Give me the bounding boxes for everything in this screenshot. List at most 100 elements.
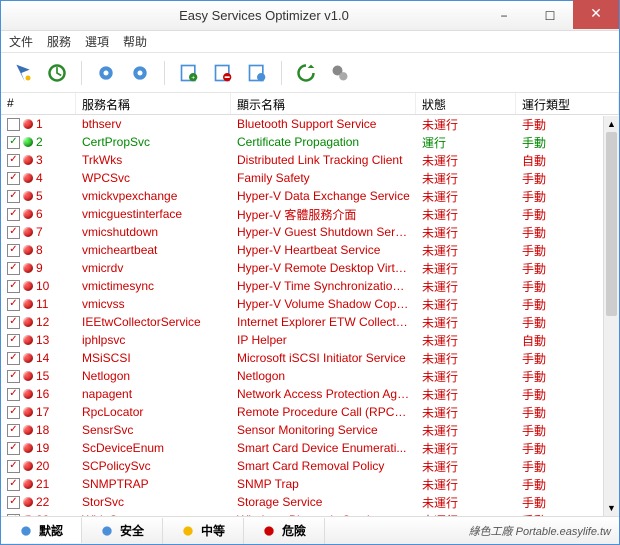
row-checkbox[interactable]: ✓ — [7, 190, 20, 203]
scroll-up-icon[interactable]: ▲ — [604, 116, 619, 132]
row-checkbox[interactable]: ✓ — [7, 496, 20, 509]
table-row[interactable]: ✓9vmicrdvHyper-V Remote Desktop Virtu...… — [1, 259, 619, 277]
table-row[interactable]: 1bthservBluetooth Support Service未運行手動 — [1, 115, 619, 133]
tool-settings-icon[interactable] — [326, 59, 354, 87]
table-row[interactable]: ✓16napagentNetwork Access Protection Age… — [1, 385, 619, 403]
table-row[interactable]: ✓17RpcLocatorRemote Procedure Call (RPC)… — [1, 403, 619, 421]
row-checkbox[interactable]: ✓ — [7, 136, 20, 149]
vertical-scrollbar[interactable]: ▲ ▼ — [603, 116, 619, 516]
column-run-type[interactable]: 運行類型 — [516, 93, 619, 114]
tool-list-edit-icon[interactable] — [243, 59, 271, 87]
cell-display-name: Hyper-V Data Exchange Service — [231, 189, 416, 203]
row-checkbox[interactable]: ✓ — [7, 406, 20, 419]
row-checkbox[interactable]: ✓ — [7, 442, 20, 455]
row-checkbox[interactable]: ✓ — [7, 424, 20, 437]
table-row[interactable]: ✓5vmickvpexchangeHyper-V Data Exchange S… — [1, 187, 619, 205]
tool-refresh-icon[interactable] — [292, 59, 320, 87]
status-dot-icon — [23, 371, 33, 381]
row-checkbox[interactable] — [7, 118, 20, 131]
row-checkbox[interactable]: ✓ — [7, 388, 20, 401]
row-checkbox[interactable]: ✓ — [7, 172, 20, 185]
toolbar-separator — [81, 61, 82, 85]
menu-services[interactable]: 服務 — [47, 33, 71, 50]
column-status[interactable]: 狀態 — [416, 93, 516, 114]
column-index[interactable]: # — [1, 93, 76, 114]
cell-service-name: WPCSvc — [76, 171, 231, 185]
cell-service-name: TrkWks — [76, 153, 231, 167]
table-row[interactable]: ✓6vmicguestinterfaceHyper-V 客體服務介面未運行手動 — [1, 205, 619, 223]
table-row[interactable]: ✓18SensrSvcSensor Monitoring Service未運行手… — [1, 421, 619, 439]
table-row[interactable]: ✓11vmicvssHyper-V Volume Shadow Copy ...… — [1, 295, 619, 313]
row-index: 18 — [36, 423, 49, 437]
status-dot-icon — [23, 461, 33, 471]
row-index: 16 — [36, 387, 49, 401]
row-checkbox[interactable]: ✓ — [7, 262, 20, 275]
table-row[interactable]: ✓19ScDeviceEnumSmart Card Device Enumera… — [1, 439, 619, 457]
close-button[interactable]: ✕ — [573, 0, 619, 29]
tool-list-remove-icon[interactable] — [209, 59, 237, 87]
menu-options[interactable]: 選項 — [85, 33, 109, 50]
scroll-down-icon[interactable]: ▼ — [604, 500, 619, 516]
table-row[interactable]: ✓20SCPolicySvcSmart Card Removal Policy未… — [1, 457, 619, 475]
tool-gear2-icon[interactable] — [126, 59, 154, 87]
table-row[interactable]: ✓10vmictimesyncHyper-V Time Synchronizat… — [1, 277, 619, 295]
tab-danger[interactable]: 危險 — [244, 518, 325, 544]
table-row[interactable]: ✓8vmicheartbeatHyper-V Heartbeat Service… — [1, 241, 619, 259]
row-index: 19 — [36, 441, 49, 455]
row-checkbox[interactable]: ✓ — [7, 298, 20, 311]
cell-display-name: Remote Procedure Call (RPC) L... — [231, 405, 416, 419]
cell-status: 未運行 — [416, 476, 516, 493]
tool-list-add-icon[interactable]: + — [175, 59, 203, 87]
scroll-track[interactable] — [604, 132, 619, 500]
row-checkbox[interactable]: ✓ — [7, 244, 20, 257]
row-checkbox[interactable]: ✓ — [7, 208, 20, 221]
row-checkbox[interactable]: ✓ — [7, 316, 20, 329]
cell-display-name: Netlogon — [231, 369, 416, 383]
row-checkbox[interactable]: ✓ — [7, 370, 20, 383]
tab-safe[interactable]: 安全 — [82, 518, 163, 544]
menu-help[interactable]: 帮助 — [123, 33, 147, 50]
cell-display-name: Hyper-V Guest Shutdown Service — [231, 225, 416, 239]
cell-service-name: bthserv — [76, 117, 231, 131]
row-checkbox[interactable]: ✓ — [7, 460, 20, 473]
table-row[interactable]: ✓4WPCSvcFamily Safety未運行手動 — [1, 169, 619, 187]
row-index: 22 — [36, 495, 49, 509]
tab-medium[interactable]: 中等 — [163, 518, 244, 544]
tab-default-label: 默認 — [39, 522, 63, 539]
column-service-name[interactable]: 服務名稱 — [76, 93, 231, 114]
tool-gear1-icon[interactable] — [92, 59, 120, 87]
row-checkbox[interactable]: ✓ — [7, 226, 20, 239]
status-dot-icon — [23, 407, 33, 417]
column-display-name[interactable]: 顯示名稱 — [231, 93, 416, 114]
table-row[interactable]: ✓7vmicshutdownHyper-V Guest Shutdown Ser… — [1, 223, 619, 241]
table-row[interactable]: ✓13iphlpsvcIP Helper未運行自動 — [1, 331, 619, 349]
cell-display-name: Distributed Link Tracking Client — [231, 153, 416, 167]
minimize-button[interactable]: − — [481, 3, 527, 29]
table-row[interactable]: ✓12IEEtwCollectorServiceInternet Explore… — [1, 313, 619, 331]
table-row[interactable]: ✓15NetlogonNetlogon未運行手動 — [1, 367, 619, 385]
cell-display-name: SNMP Trap — [231, 477, 416, 491]
scroll-thumb[interactable] — [606, 132, 617, 316]
row-index: 13 — [36, 333, 49, 347]
cell-display-name: Smart Card Device Enumerati... — [231, 441, 416, 455]
cell-service-name: iphlpsvc — [76, 333, 231, 347]
row-checkbox[interactable]: ✓ — [7, 352, 20, 365]
table-row[interactable]: ✓3TrkWksDistributed Link Tracking Client… — [1, 151, 619, 169]
menu-file[interactable]: 文件 — [9, 33, 33, 50]
table-row[interactable]: ✓14MSiSCSIMicrosoft iSCSI Initiator Serv… — [1, 349, 619, 367]
table-row[interactable]: ✓21SNMPTRAPSNMP Trap未運行手動 — [1, 475, 619, 493]
row-checkbox[interactable]: ✓ — [7, 154, 20, 167]
cell-status: 運行 — [416, 134, 516, 151]
row-checkbox[interactable]: ✓ — [7, 478, 20, 491]
cell-service-name: vmicrdv — [76, 261, 231, 275]
table-row[interactable]: ✓2CertPropSvcCertificate Propagation運行手動 — [1, 133, 619, 151]
tool-restore-icon[interactable] — [43, 59, 71, 87]
tab-default[interactable]: 默認 — [1, 517, 82, 543]
maximize-button[interactable]: ☐ — [527, 3, 573, 29]
row-checkbox[interactable]: ✓ — [7, 334, 20, 347]
row-checkbox[interactable]: ✓ — [7, 280, 20, 293]
cell-service-name: SCPolicySvc — [76, 459, 231, 473]
cell-display-name: Network Access Protection Agent — [231, 387, 416, 401]
table-row[interactable]: ✓22StorSvcStorage Service未運行手動 — [1, 493, 619, 511]
tool-apply-icon[interactable] — [9, 59, 37, 87]
